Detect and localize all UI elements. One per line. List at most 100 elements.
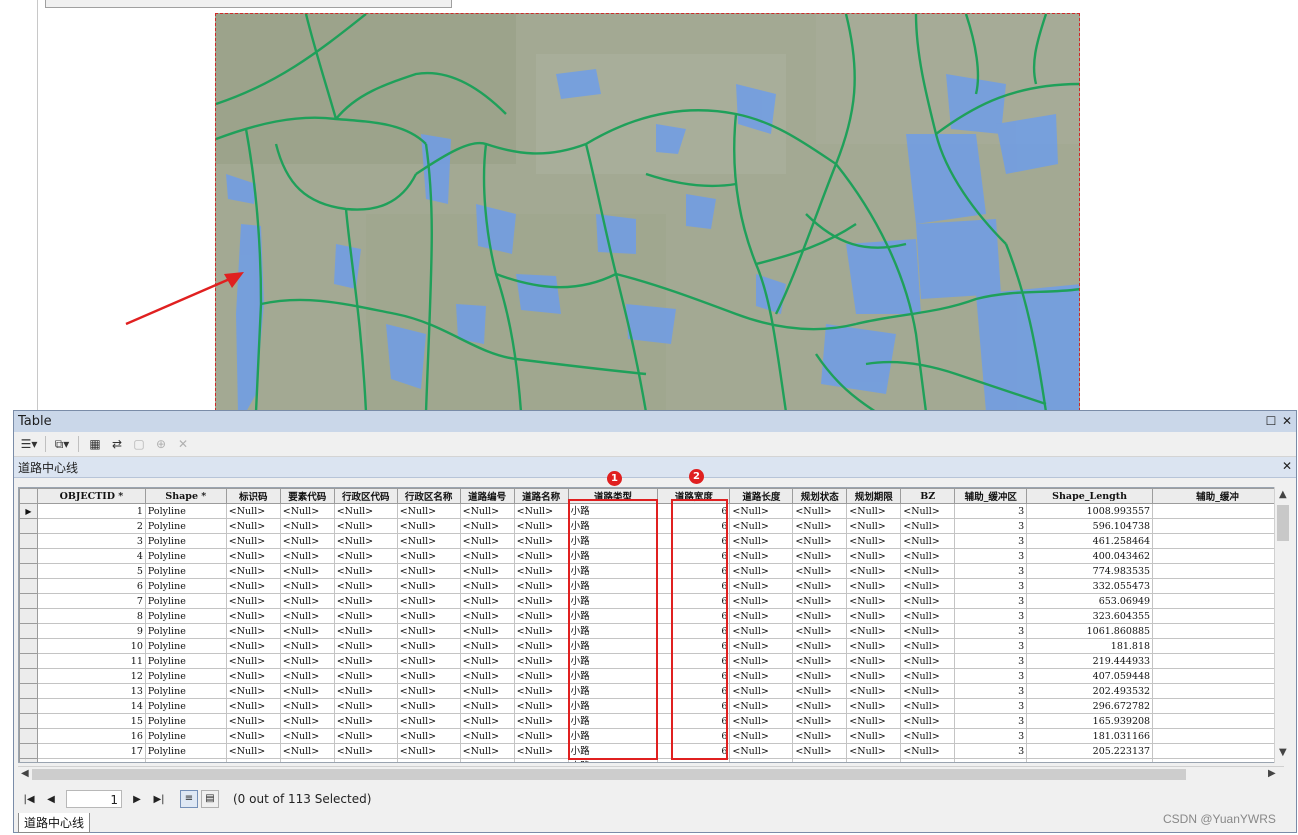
cell-road-name[interactable]: <Null>	[513, 683, 569, 699]
cell-xzq-name[interactable]: <Null>	[396, 668, 461, 684]
cell-biaoshima[interactable]: <Null>	[225, 518, 281, 534]
cell-road-type[interactable]: 小路	[567, 503, 659, 519]
cell-xzq-name[interactable]: <Null>	[396, 503, 461, 519]
cell-road-name[interactable]: <Null>	[513, 503, 569, 519]
cell-road-length[interactable]: <Null>	[729, 698, 794, 714]
row-selector[interactable]	[19, 533, 38, 549]
related-tables-icon[interactable]: ⧉▾	[53, 435, 71, 453]
cell-xzq-name[interactable]: <Null>	[396, 578, 461, 594]
delete-selected-icon[interactable]: ✕	[174, 435, 192, 453]
cell-xzq-code[interactable]: <Null>	[333, 653, 398, 669]
cell-plan-status[interactable]: <Null>	[792, 638, 848, 654]
cell-road-length[interactable]: <Null>	[729, 743, 794, 759]
cell-road-length[interactable]: <Null>	[729, 593, 794, 609]
cell-road-length[interactable]: <Null>	[729, 758, 794, 762]
cell-xzq-name[interactable]: <Null>	[396, 758, 461, 762]
cell-xzq-code[interactable]: <Null>	[333, 623, 398, 639]
cell-biaoshima[interactable]: <Null>	[225, 608, 281, 624]
cell-buffer-zone[interactable]: 3	[954, 533, 1028, 549]
cell-bz[interactable]: <Null>	[900, 668, 956, 684]
cell-shape[interactable]: Polyline	[144, 623, 227, 639]
cell-buffer[interactable]	[1152, 623, 1283, 639]
first-record-icon[interactable]: |◀	[18, 794, 40, 805]
cell-road-name[interactable]: <Null>	[513, 713, 569, 729]
cell-road-length[interactable]: <Null>	[729, 548, 794, 564]
cell-yaosudaima[interactable]: <Null>	[279, 503, 335, 519]
cell-plan-period[interactable]: <Null>	[846, 728, 902, 744]
cell-objectid[interactable]: 11	[36, 653, 146, 669]
close-layer-tab-icon[interactable]: ✕	[1280, 459, 1294, 473]
cell-road-width[interactable]: 6	[657, 563, 731, 579]
cell-shape[interactable]: Polyline	[144, 728, 227, 744]
cell-road-width[interactable]: 6	[657, 683, 731, 699]
cell-buffer[interactable]	[1152, 638, 1283, 654]
close-icon[interactable]: ✕	[1280, 414, 1294, 428]
column-header-buffer[interactable]: 辅助_缓冲	[1152, 488, 1283, 504]
cell-road-width[interactable]: 6	[657, 518, 731, 534]
cell-shape-length[interactable]: 165.939208	[1026, 713, 1154, 729]
cell-xzq-code[interactable]: <Null>	[333, 713, 398, 729]
table-row[interactable]: 6 Polyline <Null> <Null> <Null> <Null> <Null> <…	[19, 578, 1283, 594]
cell-biaoshima[interactable]: <Null>	[225, 713, 281, 729]
cell-xzq-name[interactable]: <Null>	[396, 518, 461, 534]
cell-shape[interactable]: Polyline	[144, 608, 227, 624]
cell-xzq-name[interactable]: <Null>	[396, 593, 461, 609]
cell-buffer[interactable]	[1152, 518, 1283, 534]
cell-road-name[interactable]: <Null>	[513, 593, 569, 609]
row-selector[interactable]	[19, 563, 38, 579]
cell-road-width[interactable]: 6	[657, 653, 731, 669]
cell-buffer[interactable]	[1152, 608, 1283, 624]
cell-shape[interactable]: Polyline	[144, 668, 227, 684]
cell-objectid[interactable]: 18	[36, 758, 146, 762]
column-header-road-number[interactable]: 道路编号	[459, 488, 515, 504]
cell-road-name[interactable]: <Null>	[513, 638, 569, 654]
table-options-icon[interactable]: ☰▾	[20, 435, 38, 453]
cell-plan-period[interactable]: <Null>	[846, 548, 902, 564]
cell-road-number[interactable]: <Null>	[459, 638, 515, 654]
cell-plan-period[interactable]: <Null>	[846, 503, 902, 519]
cell-xzq-name[interactable]: <Null>	[396, 563, 461, 579]
cell-road-width[interactable]: 6	[657, 668, 731, 684]
cell-xzq-name[interactable]: <Null>	[396, 653, 461, 669]
cell-objectid[interactable]: 8	[36, 608, 146, 624]
cell-shape[interactable]: Polyline	[144, 653, 227, 669]
cell-road-type[interactable]: 小路	[567, 758, 659, 762]
cell-shape[interactable]: Polyline	[144, 743, 227, 759]
cell-road-length[interactable]: <Null>	[729, 578, 794, 594]
column-header-bz[interactable]: BZ	[900, 488, 956, 504]
cell-buffer-zone[interactable]: 3	[954, 623, 1028, 639]
cell-biaoshima[interactable]: <Null>	[225, 653, 281, 669]
cell-biaoshima[interactable]: <Null>	[225, 578, 281, 594]
table-row[interactable]: 8 Polyline <Null> <Null> <Null> <Null> <Null> <…	[19, 608, 1283, 624]
cell-xzq-name[interactable]: <Null>	[396, 713, 461, 729]
cell-buffer[interactable]	[1152, 743, 1283, 759]
cell-bz[interactable]: <Null>	[900, 503, 956, 519]
next-record-icon[interactable]: ▶	[126, 794, 148, 805]
row-selector[interactable]	[19, 713, 38, 729]
cell-bz[interactable]: <Null>	[900, 623, 956, 639]
cell-objectid[interactable]: 9	[36, 623, 146, 639]
cell-road-type[interactable]: 小路	[567, 623, 659, 639]
cell-shape[interactable]: Polyline	[144, 698, 227, 714]
vertical-scroll-thumb[interactable]	[1277, 505, 1289, 541]
cell-yaosudaima[interactable]: <Null>	[279, 623, 335, 639]
horizontal-scrollbar[interactable]: ◀ ▶	[18, 766, 1284, 783]
cell-plan-period[interactable]: <Null>	[846, 518, 902, 534]
cell-xzq-name[interactable]: <Null>	[396, 638, 461, 654]
cell-xzq-code[interactable]: <Null>	[333, 728, 398, 744]
cell-buffer[interactable]	[1152, 578, 1283, 594]
cell-xzq-name[interactable]: <Null>	[396, 728, 461, 744]
cell-plan-period[interactable]: <Null>	[846, 683, 902, 699]
column-header-shape-length[interactable]: Shape_Length	[1026, 488, 1154, 504]
cell-road-type[interactable]: 小路	[567, 728, 659, 744]
cell-road-name[interactable]: <Null>	[513, 758, 569, 762]
row-selector[interactable]	[19, 668, 38, 684]
cell-yaosudaima[interactable]: <Null>	[279, 653, 335, 669]
cell-plan-status[interactable]: <Null>	[792, 743, 848, 759]
cell-yaosudaima[interactable]: <Null>	[279, 758, 335, 762]
cell-shape[interactable]: Polyline	[144, 578, 227, 594]
cell-road-name[interactable]: <Null>	[513, 653, 569, 669]
cell-xzq-code[interactable]: <Null>	[333, 593, 398, 609]
cell-road-name[interactable]: <Null>	[513, 698, 569, 714]
select-by-attributes-icon[interactable]: ▦	[86, 435, 104, 453]
